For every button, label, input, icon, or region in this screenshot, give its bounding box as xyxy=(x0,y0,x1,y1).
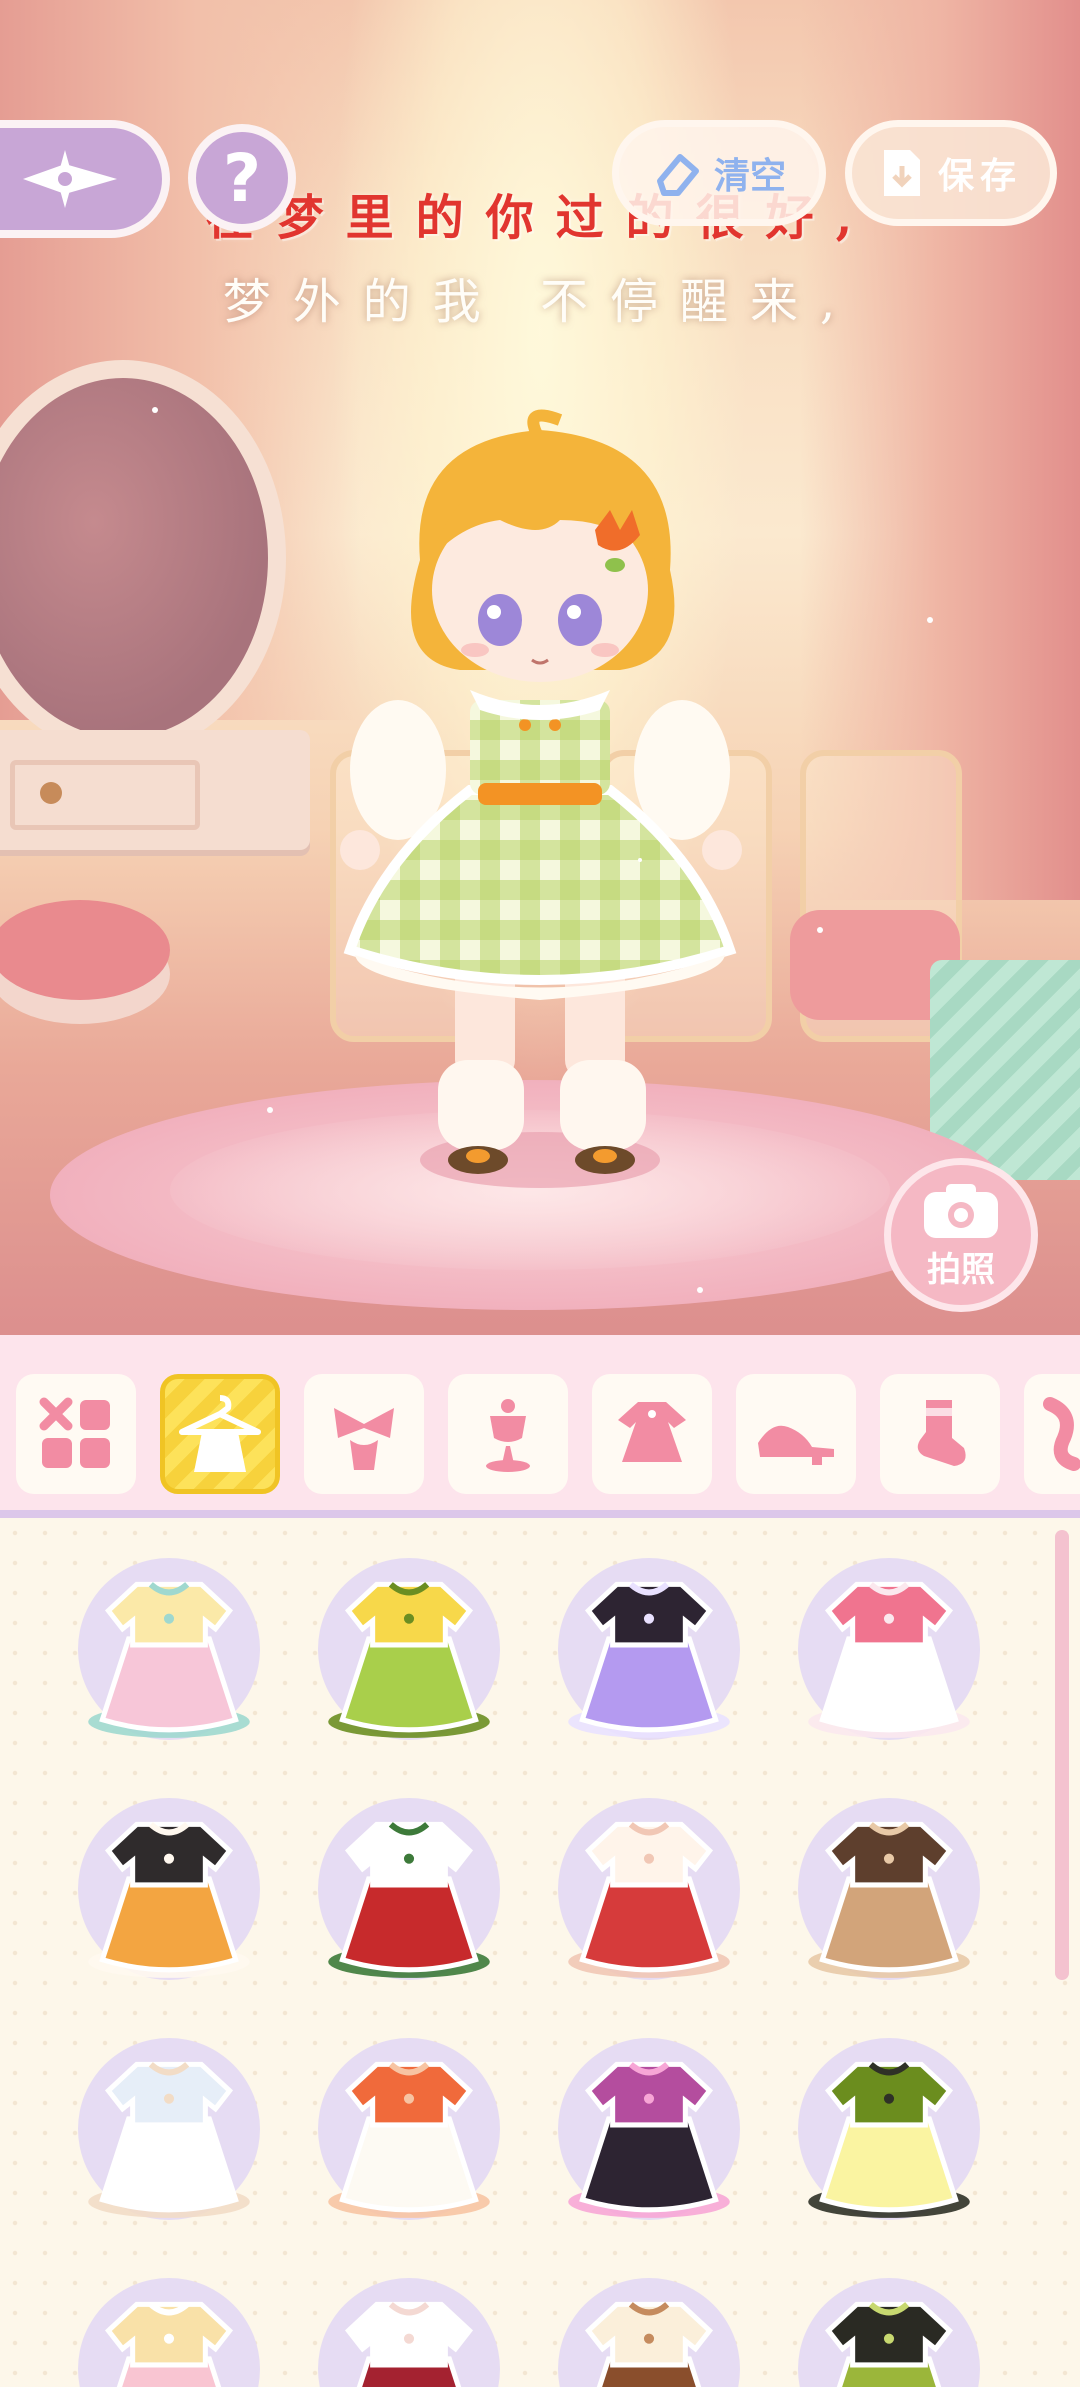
outfit-item[interactable] xyxy=(78,2278,260,2387)
hair-bow-icon xyxy=(334,1408,394,1470)
outfit-item[interactable] xyxy=(78,1798,260,1980)
category-tab-all[interactable] xyxy=(16,1374,136,1494)
accessory-icon xyxy=(1043,1397,1080,1471)
back-button[interactable] xyxy=(0,120,170,238)
floral-pink-bear-dress-outfit-icon xyxy=(104,2301,234,2387)
save-button[interactable]: 保存 xyxy=(845,120,1057,226)
outfit-item[interactable] xyxy=(318,2278,500,2387)
pastel-pink-dress-outfit-icon xyxy=(88,1581,250,1738)
socks-icon xyxy=(917,1400,966,1466)
grid-scrollbar[interactable] xyxy=(1055,1530,1069,1980)
outfit-item[interactable] xyxy=(78,1558,260,1740)
outfit-item[interactable] xyxy=(798,2278,980,2387)
black-pink-music-outfit-icon xyxy=(568,2061,730,2218)
yellow-cat-shirt-green-skirt-outfit-icon xyxy=(808,2061,970,2218)
burgundy-white-ruffle-outfit-icon xyxy=(344,2301,474,2387)
outfit-item[interactable] xyxy=(318,1798,500,1980)
top-icon xyxy=(486,1399,530,1472)
eraser-icon xyxy=(656,154,699,196)
category-tab-accessories[interactable] xyxy=(1024,1374,1080,1494)
dress-hanger-icon xyxy=(179,1395,261,1472)
orange-black-bow-outfit-icon xyxy=(88,1821,250,1978)
category-tab-tops[interactable] xyxy=(448,1374,568,1494)
all-grid-icon xyxy=(39,1397,110,1468)
save-label: 保存 xyxy=(937,156,1022,197)
brown-cream-ruffle-outfit-icon xyxy=(584,2301,714,2387)
category-tab-hair[interactable] xyxy=(304,1374,424,1494)
white-orange-qipao-outfit-icon xyxy=(328,2061,490,2218)
outfit-item[interactable] xyxy=(798,1558,980,1740)
save-file-icon xyxy=(883,150,920,196)
white-pink-sleeve-dress-outfit-icon xyxy=(808,1581,970,1738)
outfit-item[interactable] xyxy=(558,2278,740,2387)
red-christmas-dress-outfit-icon xyxy=(328,1821,490,1978)
outfit-item[interactable] xyxy=(318,1558,500,1740)
outfit-item[interactable] xyxy=(558,2038,740,2220)
clear-label: 清空 xyxy=(713,156,786,197)
outfit-item[interactable] xyxy=(78,2038,260,2220)
category-tab-outfits[interactable] xyxy=(160,1374,280,1494)
outfit-item[interactable] xyxy=(798,1798,980,1980)
olive-black-ruffle-outfit-icon xyxy=(824,2301,954,2387)
purple-cat-shirt-black-shorts-outfit-icon xyxy=(568,1581,730,1738)
outfit-item[interactable] xyxy=(558,1798,740,1980)
dress-icon xyxy=(618,1402,686,1462)
shoes-icon xyxy=(758,1425,834,1465)
category-tab-shoes[interactable] xyxy=(736,1374,856,1494)
outfit-item[interactable] xyxy=(798,2038,980,2220)
back-arrow-icon xyxy=(23,150,117,208)
help-label: ? xyxy=(222,139,262,217)
help-button[interactable]: ? xyxy=(188,124,296,232)
outfit-item[interactable] xyxy=(318,2038,500,2220)
red-bunny-fur-dress-outfit-icon xyxy=(568,1821,730,1978)
outfit-item[interactable] xyxy=(558,1558,740,1740)
white-lace-gown-outfit-icon xyxy=(88,2061,250,2218)
clear-button[interactable]: 清空 xyxy=(612,120,826,226)
camera-icon xyxy=(924,1183,998,1238)
category-tab-dresses[interactable] xyxy=(592,1374,712,1494)
camera-label: 拍照 xyxy=(927,1249,995,1290)
beige-trench-coat-outfit-icon xyxy=(808,1821,970,1978)
green-yellow-overall-dress-outfit-icon xyxy=(328,1581,490,1738)
category-tab-socks[interactable] xyxy=(880,1374,1000,1494)
outfit-grid xyxy=(0,1518,1080,2387)
camera-button[interactable]: 拍照 xyxy=(884,1158,1038,1312)
lyric-line-2: 梦外的我 不停醒来, xyxy=(222,274,858,330)
